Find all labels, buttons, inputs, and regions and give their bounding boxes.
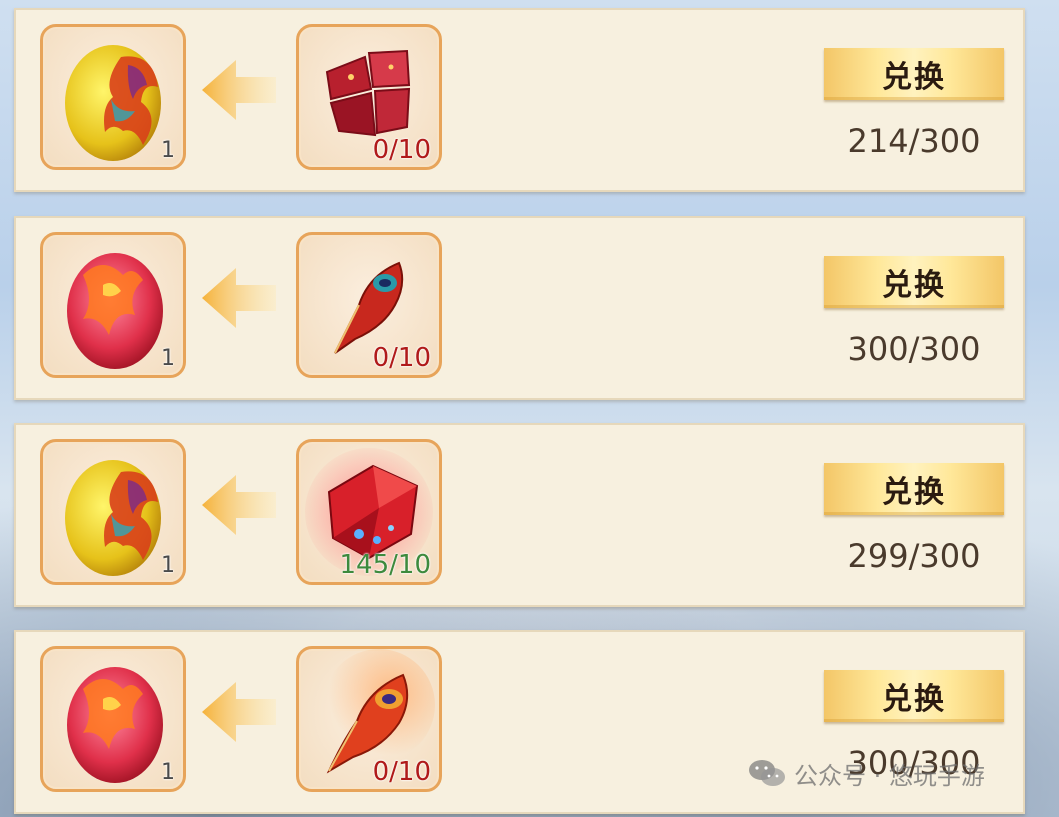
wechat-icon [749,760,785,786]
exchange-row: 1 145/10 兑换 299/300 [14,423,1025,607]
reward-count: 1 [161,138,175,163]
reward-count: 1 [161,346,175,371]
arrow-left-icon [202,268,276,328]
exchange-limit: 299/300 [847,537,981,575]
exchange-button[interactable]: 兑换 [824,463,1004,515]
reward-slot[interactable]: 1 [40,232,186,378]
exchange-row: 1 0/10 兑换 214/300 [14,8,1025,192]
reward-slot[interactable]: 1 [40,646,186,792]
reward-slot[interactable]: 1 [40,439,186,585]
reward-slot[interactable]: 1 [40,24,186,170]
reward-count: 1 [161,553,175,578]
exchange-button[interactable]: 兑换 [824,670,1004,722]
arrow-left-icon [202,682,276,742]
cost-slot[interactable]: 145/10 [296,439,442,585]
watermark-text: 公众号 · 悠玩手游 [794,761,985,790]
exchange-button[interactable]: 兑换 [824,256,1004,308]
reward-count: 1 [161,760,175,785]
exchange-button[interactable]: 兑换 [824,48,1004,100]
exchange-limit: 214/300 [847,122,981,160]
arrow-left-icon [202,60,276,120]
arrow-left-icon [202,475,276,535]
cost-progress: 0/10 [372,135,431,165]
cost-slot[interactable]: 0/10 [296,232,442,378]
cost-progress: 0/10 [372,757,431,787]
watermark: 公众号 · 悠玩手游 [748,755,985,791]
cost-progress: 0/10 [372,343,431,373]
cost-slot[interactable]: 0/10 [296,24,442,170]
cost-slot[interactable]: 0/10 [296,646,442,792]
cost-progress: 145/10 [339,550,431,580]
exchange-limit: 300/300 [847,330,981,368]
exchange-row: 1 0/10 兑换 300/300 [14,216,1025,400]
